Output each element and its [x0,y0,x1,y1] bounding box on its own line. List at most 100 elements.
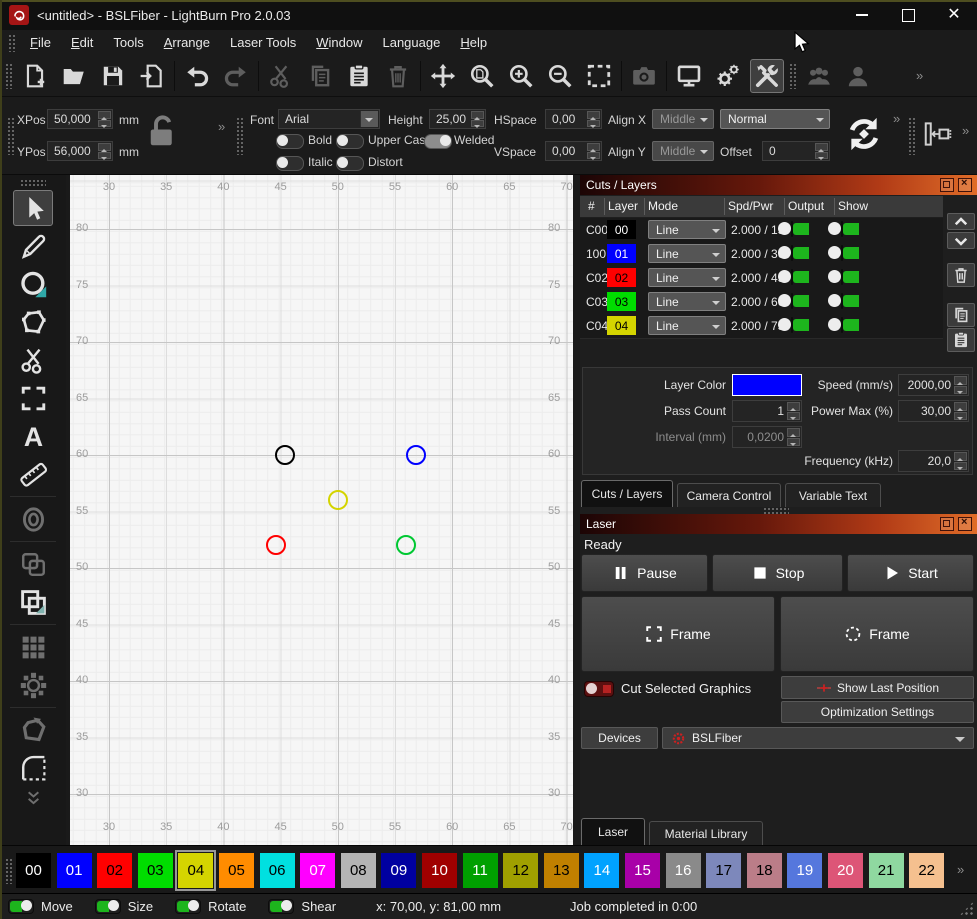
laser-tab-laser[interactable]: Laser [581,818,645,845]
layer-row[interactable]: C00 00 Line 2.000 / 15 [580,218,943,243]
apply-path-tool[interactable] [13,712,53,748]
palette-swatch-15[interactable]: 15 [625,853,660,888]
layer-color-chip[interactable]: 01 [607,244,636,263]
laser-tab-material-library[interactable]: Material Library [649,821,763,845]
move-toggle[interactable] [8,899,34,914]
more-tools-chevron-icon[interactable] [13,788,53,810]
cut-button[interactable] [264,59,298,93]
start-button[interactable]: Start [847,554,974,592]
font-combo-arrow-icon[interactable] [360,111,378,127]
workspace-canvas[interactable]: 30 30 35 35 40 40 45 45 50 50 55 55 60 60 65 65 70 70 80 80… [70,175,573,845]
size-toggle[interactable] [94,899,121,914]
device-dropdown[interactable]: BSLFiber [662,727,974,749]
palette-swatch-17[interactable]: 17 [706,853,742,888]
palette-swatch-20[interactable]: 20 [828,853,863,888]
layer-mode-dropdown[interactable]: Line [648,244,726,263]
ypos-field[interactable]: 56,000 [47,141,113,161]
palette-swatch-00[interactable]: 00 [16,853,51,888]
canvas-circle-shape[interactable] [266,535,287,556]
layer-up-button[interactable] [947,213,975,230]
menu-tools[interactable]: Tools [103,32,153,53]
device-settings-button[interactable] [750,58,784,93]
vspace-spinner[interactable] [587,143,600,159]
cuts-tab-cuts-layers[interactable]: Cuts / Layers [581,480,673,507]
drag-handle[interactable] [5,62,13,89]
palette-swatch-18[interactable]: 18 [746,853,782,888]
canvas-circle-shape[interactable] [405,445,426,465]
output-toggle[interactable] [791,317,793,333]
layer-mode-dropdown[interactable]: Line [648,316,726,335]
palette-swatch-09[interactable]: 09 [381,853,417,888]
new-file-button[interactable] [18,59,52,93]
lock-open-icon[interactable] [144,111,180,154]
draw-lines-tool[interactable] [13,228,53,264]
offset-shapes-tool[interactable] [13,501,53,537]
output-toggle[interactable] [791,293,793,309]
palette-swatch-22[interactable]: 22 [909,853,945,888]
height-field[interactable]: 25,00 [429,109,486,129]
sync-icon[interactable] [845,115,883,156]
palette-swatch-05[interactable]: 05 [219,853,254,888]
layer-color-chip[interactable]: 00 [607,220,636,239]
measure-tool[interactable] [13,456,53,492]
interval-spinner[interactable] [787,428,800,446]
palette-swatch-01[interactable]: 01 [56,853,92,888]
menu-edit[interactable]: Edit [61,32,103,53]
camera-button[interactable] [627,59,661,93]
drag-handle[interactable] [789,62,797,89]
bold-toggle[interactable] [276,134,304,149]
close-icon[interactable]: ✕ [931,0,977,30]
cut-shapes-tool[interactable] [13,342,53,378]
canvas-circle-shape[interactable] [396,535,417,556]
float-panel-icon[interactable] [940,178,954,192]
preview-button[interactable] [672,59,706,93]
ypos-spinner[interactable] [98,143,111,159]
text-style-dropdown[interactable]: Normal [720,109,830,129]
layer-row[interactable]: 100 01 Line 2.000 / 30 [580,242,943,267]
palette-swatch-11[interactable]: 11 [462,853,498,888]
palette-swatch-04[interactable]: 04 [175,850,217,891]
layer-color-chip[interactable]: 03 [607,292,636,311]
xpos-spinner[interactable] [98,111,111,127]
boolean-difference-tool[interactable] [13,584,53,620]
hspace-spinner[interactable] [587,111,600,127]
zoom-to-page-button[interactable] [465,59,499,93]
pause-button[interactable]: Pause [581,554,708,592]
team-button[interactable] [802,59,836,93]
menu-laser-tools[interactable]: Laser Tools [220,32,306,53]
laser-dock-title[interactable]: Laser [580,514,977,534]
close-panel-icon[interactable] [958,516,972,531]
frequency-spinner[interactable] [954,452,967,470]
palette-swatch-13[interactable]: 13 [543,853,579,888]
palette-swatch-16[interactable]: 16 [665,853,701,888]
optimization-settings-button[interactable]: Optimization Settings [781,701,974,723]
distort-toggle[interactable] [336,156,364,171]
palette-overflow-icon[interactable]: » [957,862,964,877]
zoom-out-button[interactable] [543,59,577,93]
copy-button[interactable] [303,59,337,93]
position-tool-icon[interactable] [922,119,952,152]
delete-button[interactable] [381,59,415,93]
menu-language[interactable]: Language [372,32,450,53]
cuts-tab-camera-control[interactable]: Camera Control [677,483,781,507]
palette-swatch-03[interactable]: 03 [137,853,173,888]
toolbar-overflow-icon[interactable]: » [916,68,923,83]
import-file-button[interactable] [135,59,169,93]
frame-square-button[interactable]: Frame [581,596,775,672]
layer-copy-button[interactable] [947,303,975,327]
italic-toggle[interactable] [276,156,304,171]
layer-row[interactable]: C03 03 Line 2.000 / 60 [580,290,943,315]
menu-help[interactable]: Help [450,32,497,53]
float-panel-icon[interactable] [940,517,954,531]
xpos-field[interactable]: 50,000 [47,109,113,129]
overflow-chevron-icon[interactable]: » [962,123,969,138]
speed-field[interactable]: 2000,00 [898,374,969,396]
drag-handle[interactable] [8,33,16,52]
overflow-chevron-icon[interactable]: » [893,111,900,126]
overflow-chevron-icon[interactable]: » [218,119,225,134]
drag-handle[interactable] [5,858,13,884]
show-toggle[interactable] [841,317,843,333]
alignx-dropdown[interactable]: Middle [652,109,714,129]
save-file-button[interactable] [96,59,130,93]
aligny-dropdown[interactable]: Middle [652,141,714,161]
